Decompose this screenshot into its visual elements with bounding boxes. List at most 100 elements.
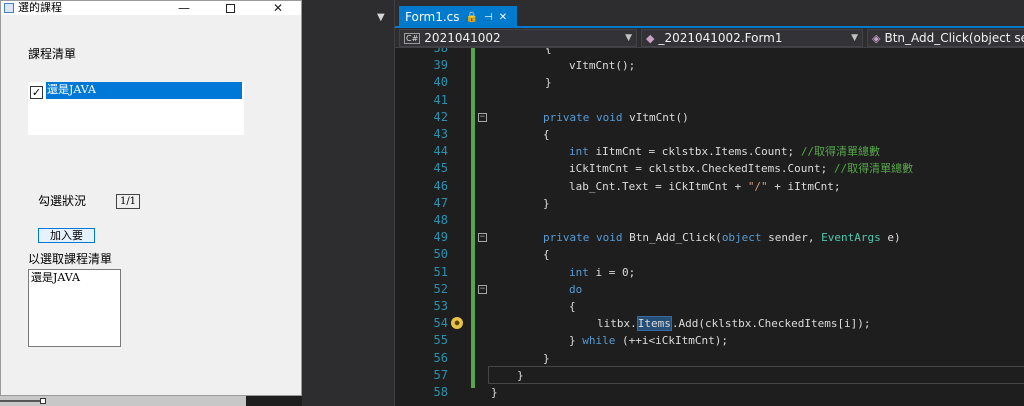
code-area[interactable]: 38{39 vItmCnt(); 40} 41 42 private void vItmC… xyxy=(395,48,1024,406)
code-text: } while (++i<iCkItmCnt); xyxy=(569,332,728,349)
line-number: 49 xyxy=(433,230,448,245)
collapse-icon[interactable]: − xyxy=(478,112,487,122)
line-number: 56 xyxy=(433,350,448,365)
code-line[interactable]: 49 private void Btn_Add_Click(object send… xyxy=(395,229,1024,246)
code-token: sender, xyxy=(768,231,822,245)
class-icon: ◆ xyxy=(646,32,655,45)
comment-token: //取得清單總數 xyxy=(800,145,881,159)
code-text: } xyxy=(545,74,552,91)
course-checked-listbox[interactable]: ✓ 還是JAVA xyxy=(28,82,244,135)
maximize-button[interactable] xyxy=(207,0,253,17)
keyword-token: int xyxy=(569,145,596,159)
project-name: 2021041002 xyxy=(424,31,501,45)
code-text: { xyxy=(543,126,550,143)
slider-track xyxy=(0,400,44,402)
code-token: } xyxy=(543,351,550,365)
lock-icon: 🔒 xyxy=(465,11,478,23)
code-text: iCkItmCnt = cklstbx.CheckedItems.Count; … xyxy=(569,160,913,177)
line-number: 54 xyxy=(433,316,448,331)
code-text: } xyxy=(491,384,498,401)
code-line[interactable]: 55} while (++i<iCkItmCnt); xyxy=(395,332,1024,349)
checkbox-checked-icon[interactable]: ✓ xyxy=(30,86,43,99)
line-number: 52 xyxy=(433,281,448,296)
pin-icon[interactable]: ⊣ xyxy=(484,12,493,23)
tab-form1-cs[interactable]: Form1.cs 🔒 ⊣ ✕ xyxy=(399,6,517,28)
lightbulb-icon[interactable]: ● xyxy=(451,317,463,330)
code-line[interactable]: 43 { xyxy=(395,126,1024,143)
line-number: 58 xyxy=(433,385,448,399)
line-number: 50 xyxy=(433,247,448,262)
code-line[interactable]: 58} xyxy=(395,384,1024,401)
highlighted-token: Items xyxy=(636,316,672,332)
code-editor: Form1.cs 🔒 ⊣ ✕ C# 2021041002 ▼ ◆ _20210410… xyxy=(394,0,1024,406)
code-line[interactable]: 46 lab_Cnt.Text = iCkItmCnt + "/" + iItmC… xyxy=(395,178,1024,195)
keyword-token: do xyxy=(569,282,583,296)
method-icon: ◈ xyxy=(872,32,881,45)
code-text: do xyxy=(569,281,582,298)
code-text: } xyxy=(543,350,550,367)
form-titlebar[interactable]: 選的課程 — ✕ xyxy=(1,1,301,15)
code-token: e) xyxy=(887,231,901,245)
code-line[interactable]: 54 litbx.Items.Add(cklstbx.CheckedItems[i… xyxy=(395,315,1024,332)
member-dropdown[interactable]: ◈Btn_Add_Click(object sender xyxy=(867,29,1024,47)
code-line[interactable]: 51 int i = 0; xyxy=(395,264,1024,281)
class-dropdown[interactable]: ◆ _2021041002.Form1 ▼ xyxy=(641,29,863,47)
code-token: i = 0; xyxy=(595,265,636,279)
line-number: 41 xyxy=(433,92,448,107)
code-token: } xyxy=(491,386,498,399)
code-line[interactable]: 44 int iItmCnt = cklstbx.Items.Count; //取… xyxy=(395,143,1024,160)
code-token: } xyxy=(545,76,552,90)
code-line[interactable]: 50 { xyxy=(395,246,1024,263)
app-icon xyxy=(4,3,14,13)
slider-thumb[interactable] xyxy=(40,398,46,404)
navigation-bar: C# 2021041002 ▼ ◆ _2021041002.Form1 ▼ ◈ Btn… xyxy=(395,28,1024,48)
code-token: { xyxy=(569,300,576,313)
code-line[interactable]: 40} xyxy=(395,74,1024,91)
pane-dropdown-icon[interactable]: ▼ xyxy=(377,12,385,23)
code-text: private void vItmCnt() xyxy=(543,109,689,126)
code-line[interactable]: 39 vItmCnt(); xyxy=(395,57,1024,74)
code-line[interactable]: 42 private void vItmCnt() − xyxy=(395,109,1024,126)
close-icon[interactable]: ✕ xyxy=(499,12,507,23)
code-token: Btn_Add_Click( xyxy=(629,231,722,245)
list-item[interactable]: 還是JAVA xyxy=(29,270,120,285)
course-list-item[interactable]: ✓ 還是JAVA xyxy=(30,82,242,99)
code-text: } xyxy=(517,367,524,384)
collapse-icon[interactable]: − xyxy=(478,233,487,243)
line-number: 47 xyxy=(433,195,448,210)
collapse-icon[interactable]: − xyxy=(478,284,487,294)
code-token: } xyxy=(569,334,583,348)
string-token: "/" xyxy=(747,179,768,193)
code-line[interactable]: 48 xyxy=(395,212,1024,229)
keyword-token: int xyxy=(569,265,596,279)
class-name: _2021041002.Form1 xyxy=(658,31,783,45)
code-line[interactable]: 45 iCkItmCnt = cklstbx.CheckedItems.Count… xyxy=(395,160,1024,177)
line-number: 57 xyxy=(433,367,448,382)
change-indicator-bar xyxy=(471,48,475,388)
minimize-button[interactable]: — xyxy=(161,0,207,17)
member-name: Btn_Add_Click(object sender xyxy=(884,31,1024,45)
code-line[interactable]: 38 { xyxy=(395,48,1024,57)
form-window: 選的課程 — ✕ 課程清單 ✓ 還是JAVA 勾選狀況 1/1 加入要 以選取課… xyxy=(0,0,302,396)
code-line[interactable]: 57} xyxy=(395,367,1024,384)
code-line[interactable]: 47} xyxy=(395,195,1024,212)
selected-courses-listbox[interactable]: 還是JAVA xyxy=(28,269,121,347)
code-token: (++i<iCkItmCnt); xyxy=(622,334,728,348)
code-token: } xyxy=(517,368,524,382)
keyword-token: private void xyxy=(543,110,630,124)
code-line[interactable]: 41 xyxy=(395,92,1024,109)
code-line[interactable]: 56} xyxy=(395,350,1024,367)
code-text: int iItmCnt = cklstbx.Items.Count; //取得清… xyxy=(569,143,880,160)
chevron-down-icon: ▼ xyxy=(851,33,858,43)
code-token: iCkItmCnt = cklstbx.CheckedItems.Count; xyxy=(569,162,834,176)
selected-list-label: 以選取課程清單 xyxy=(28,252,113,266)
code-token: } xyxy=(543,196,550,210)
project-dropdown[interactable]: C# 2021041002 ▼ xyxy=(399,29,637,47)
code-line[interactable]: 52 do − xyxy=(395,281,1024,298)
close-button[interactable]: ✕ xyxy=(255,0,301,17)
code-text: private void Btn_Add_Click(object sender… xyxy=(543,229,901,246)
tab-label: Form1.cs xyxy=(405,10,460,24)
add-button[interactable]: 加入要 xyxy=(38,228,95,243)
code-line[interactable]: 53 { xyxy=(395,298,1024,315)
code-text: int i = 0; xyxy=(569,264,635,281)
